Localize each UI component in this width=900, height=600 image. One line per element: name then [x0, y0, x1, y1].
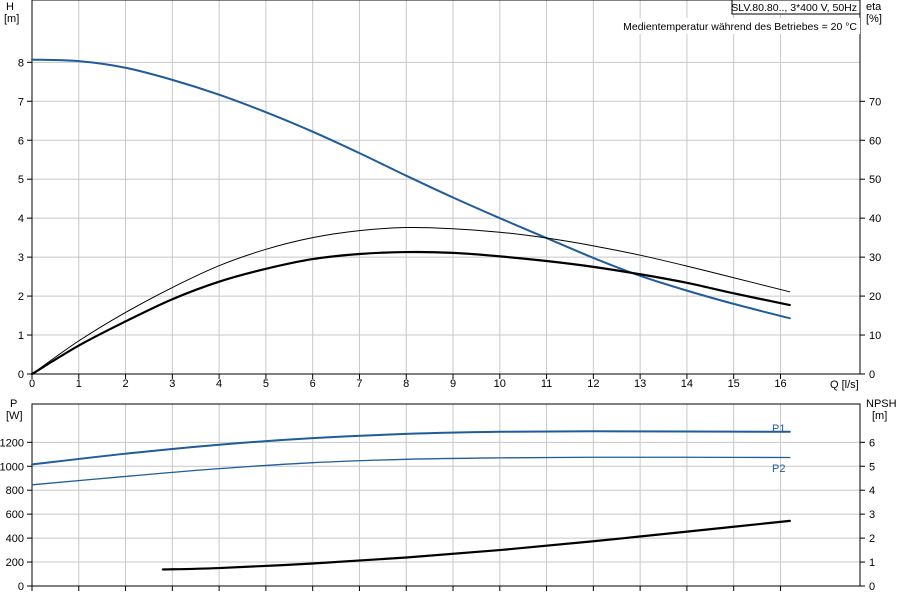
- top-y-right-tick-label: 30: [869, 252, 881, 264]
- top-x-tick-label: 7: [356, 378, 362, 390]
- top-y-left-tick-label: 6: [18, 135, 24, 147]
- eta-axis-label: eta: [866, 1, 882, 13]
- eta-axis-unit: [%]: [866, 13, 882, 25]
- top-x-tick-label: 10: [494, 378, 506, 390]
- top-y-right-tick-label: 50: [869, 174, 881, 186]
- top-x-tick-label: 15: [728, 378, 740, 390]
- top-x-tick-label: 2: [122, 378, 128, 390]
- top-x-tick-label: 0: [29, 378, 35, 390]
- top-series-2-line: [30, 250, 791, 376]
- pump-curve-chart: 0 1 2 3 4 5 6 7 8 9 10 11 12 13 14 15 160123456780102030…: [0, 0, 897, 593]
- top-series-0-line: [31, 58, 791, 320]
- top-x-tick-label: 1: [76, 378, 82, 390]
- top-x-tick-label: 3: [169, 378, 175, 390]
- top-y-left-tick-label: 7: [18, 96, 24, 108]
- top-y-left-tick-label: 5: [18, 174, 24, 186]
- top-x-tick-label: 11: [541, 378, 552, 390]
- bottom-ticks: 0 200 400 600 800 1000 1200 0 1 2 3 4 5 6: [0, 437, 875, 593]
- top-series: [30, 58, 791, 376]
- top-y-right-tick-label: 10: [869, 330, 881, 342]
- top-x-tick-label: 5: [263, 378, 269, 390]
- bottom-y-right-tick-label: 2: [869, 533, 875, 545]
- top-x-tick-label: 14: [681, 378, 693, 390]
- top-y-left-tick-label: 8: [18, 57, 24, 69]
- top-series-1-line: [31, 226, 791, 375]
- p2-series-label: P2: [772, 463, 785, 475]
- top-y-right-tick-label: 20: [869, 291, 881, 303]
- bottom-y-left-tick-label: 200: [6, 557, 24, 569]
- bottom-y-right-tick-label: 0: [869, 581, 875, 593]
- head-axis-unit: [m]: [4, 13, 19, 25]
- top-x-tick-label: 12: [587, 378, 599, 390]
- p1-series-label: P1: [772, 423, 785, 435]
- top-y-left-tick-label: 0: [18, 369, 24, 381]
- medium-temperature-note: Medientemperatur während des Betriebes =…: [623, 21, 857, 33]
- top-y-left-tick-label: 2: [18, 291, 24, 303]
- top-y-right-tick-label: 70: [869, 96, 881, 108]
- top-x-tick-label: 9: [450, 378, 456, 390]
- top-y-left-tick-label: 4: [18, 213, 24, 225]
- bottom-y-left-tick-label: 600: [6, 509, 24, 521]
- top-plot-frame: [31, 0, 861, 375]
- bottom-y-left-tick-label: 0: [18, 581, 24, 593]
- power-axis-label: P: [10, 398, 17, 410]
- top-grid: [32, 0, 860, 374]
- bottom-y-right-tick-label: 1: [869, 557, 875, 569]
- head-axis-label: H: [6, 1, 14, 13]
- top-x-tick-label: 8: [403, 378, 409, 390]
- top-x-tick-label: 13: [634, 378, 646, 390]
- top-x-tick-label: 4: [216, 378, 222, 390]
- bottom-y-left-tick-label: 1200: [0, 437, 24, 449]
- top-y-left-tick-label: 1: [18, 330, 24, 342]
- bottom-y-right-tick-label: 5: [869, 461, 875, 473]
- bottom-y-right-tick-label: 3: [869, 509, 875, 521]
- bottom-series: [31, 430, 791, 571]
- npsh-axis-label: NPSH: [866, 398, 897, 410]
- bottom-y-left-tick-label: 1000: [0, 461, 24, 473]
- top-y-right-tick-label: 40: [869, 213, 881, 225]
- bottom-y-left-tick-label: 800: [6, 485, 24, 497]
- bottom-series-1-line: [31, 456, 791, 486]
- top-y-right-tick-label: 0: [869, 369, 875, 381]
- top-x-tick-label: 16: [774, 378, 786, 390]
- bottom-panel: 0200400600800100012000123456 P [W] NPSH …: [0, 398, 897, 593]
- power-axis-unit: [W]: [6, 410, 23, 422]
- bottom-y-left-tick-label: 400: [6, 533, 24, 545]
- model-label: SLV.80.80.., 3*400 V, 50Hz: [731, 2, 857, 14]
- top-panel: 0 1 2 3 4 5 6 7 8 9 10 11 12 13 14 15 160123456780102030…: [4, 0, 882, 391]
- top-y-right-tick-label: 60: [869, 135, 881, 147]
- top-ticks: 0 1 2 3 4 5 6 7 8 9 10 11 12 13 14 15 160123456780102030…: [18, 57, 881, 390]
- top-y-left-tick-label: 3: [18, 252, 24, 264]
- top-x-tick-label: 6: [310, 378, 316, 390]
- bottom-y-right-tick-label: 6: [869, 437, 875, 449]
- bottom-y-right-tick-label: 4: [869, 485, 875, 497]
- flow-axis-label: Q [l/s]: [830, 379, 859, 391]
- npsh-axis-unit: [m]: [872, 410, 887, 422]
